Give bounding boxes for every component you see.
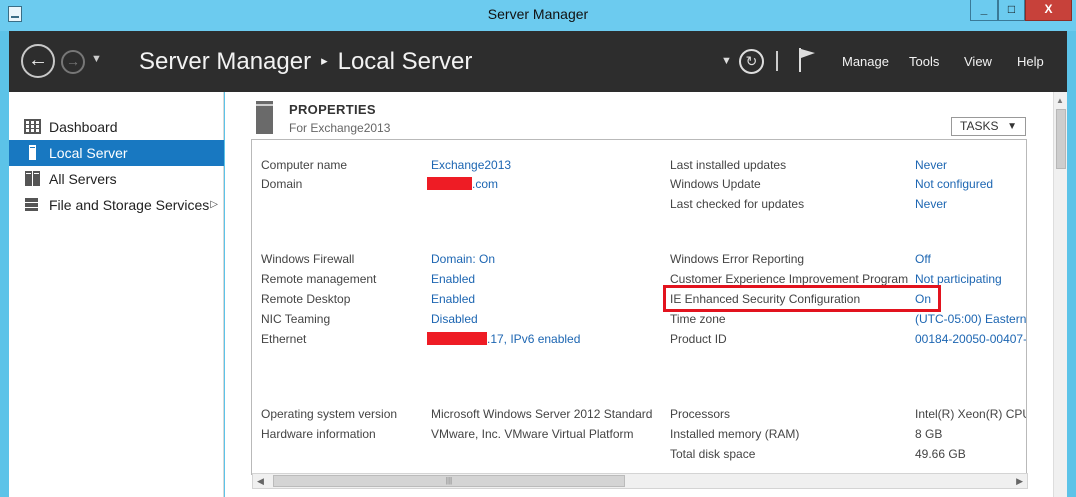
- value-windows-error-reporting[interactable]: Off: [915, 252, 931, 266]
- value-ethernet-text: .17, IPv6 enabled: [487, 332, 581, 346]
- value-domain-text: .com: [472, 177, 499, 191]
- value-remote-desktop[interactable]: Enabled: [431, 292, 475, 306]
- close-button[interactable]: X: [1025, 0, 1072, 21]
- label-remote-desktop: Remote Desktop: [261, 292, 351, 306]
- notifications-flag-icon[interactable]: [797, 47, 817, 73]
- menu-help[interactable]: Help: [1017, 54, 1044, 69]
- chevron-down-icon: ▼: [1007, 121, 1017, 132]
- value-hardware-info: VMware, Inc. VMware Virtual Platform: [431, 427, 634, 441]
- value-ethernet[interactable]: .17, IPv6 enabled: [427, 332, 580, 346]
- label-last-checked-updates: Last checked for updates: [670, 197, 805, 211]
- label-computer-name: Computer name: [261, 158, 348, 172]
- value-remote-management[interactable]: Enabled: [431, 272, 475, 286]
- scroll-right-arrow-icon[interactable]: ▶: [1016, 476, 1023, 487]
- header-bar: ← → ▼ Server Manager ▸ Local Server ▼ ↻ Ma…: [9, 31, 1067, 92]
- window-title: Server Manager: [487, 6, 589, 22]
- ie-esc-highlight-box: [663, 285, 941, 312]
- label-product-id: Product ID: [670, 332, 727, 346]
- label-last-installed-updates: Last installed updates: [670, 158, 787, 172]
- label-ceip: Customer Experience Improvement Program: [670, 272, 909, 286]
- label-ethernet: Ethernet: [261, 332, 307, 346]
- value-windows-firewall[interactable]: Domain: On: [431, 252, 495, 266]
- redaction-mark: [427, 177, 472, 190]
- value-total-disk-space: 49.66 GB: [915, 447, 966, 461]
- value-windows-update[interactable]: Not configured: [915, 177, 993, 191]
- sidebar-item-label: Dashboard: [49, 119, 118, 135]
- label-domain: Domain: [261, 177, 303, 191]
- minimize-button[interactable]: _: [970, 0, 998, 21]
- value-nic-teaming[interactable]: Disabled: [431, 312, 478, 326]
- vertical-scrollbar[interactable]: ▲: [1053, 92, 1067, 497]
- label-installed-memory: Installed memory (RAM): [670, 427, 800, 441]
- scrollbar-thumb[interactable]: |||: [273, 475, 625, 487]
- nav-history-dropdown[interactable]: ▼: [91, 53, 102, 65]
- breadcrumb-separator: ▸: [321, 53, 328, 68]
- storage-icon: [25, 198, 38, 211]
- forward-arrow-icon[interactable]: →: [61, 50, 85, 74]
- menu-tools[interactable]: Tools: [909, 54, 939, 69]
- label-total-disk-space: Total disk space: [670, 447, 756, 461]
- tasks-dropdown[interactable]: TASKS ▼: [951, 117, 1026, 136]
- breadcrumb: Server Manager ▸ Local Server: [139, 48, 472, 76]
- redaction-mark: [427, 332, 487, 345]
- value-time-zone[interactable]: (UTC-05:00) Eastern T: [915, 312, 1026, 326]
- sidebar-item-file-storage[interactable]: File and Storage Services ▷: [9, 192, 224, 218]
- value-processors: Intel(R) Xeon(R) CPU: [915, 407, 1027, 421]
- tasks-label: TASKS: [960, 119, 999, 133]
- back-arrow-icon[interactable]: ←: [21, 44, 55, 78]
- scrollbar-thumb[interactable]: [1056, 109, 1066, 169]
- breadcrumb-current: Local Server: [337, 48, 473, 75]
- sidebar-item-all-servers[interactable]: All Servers: [9, 166, 224, 192]
- sidebar-item-label: All Servers: [49, 171, 117, 187]
- label-time-zone: Time zone: [670, 312, 726, 326]
- sidebar: Dashboard Local Server All Servers File …: [9, 92, 224, 497]
- divider: [776, 51, 778, 71]
- label-nic-teaming: NIC Teaming: [261, 312, 331, 326]
- horizontal-scrollbar[interactable]: ◀ ||| ▶: [252, 473, 1028, 489]
- label-remote-management: Remote management: [261, 272, 377, 286]
- properties-title: PROPERTIES: [289, 102, 376, 117]
- scroll-left-arrow-icon[interactable]: ◀: [257, 476, 264, 487]
- value-last-installed-updates[interactable]: Never: [915, 158, 947, 172]
- value-computer-name[interactable]: Exchange2013: [431, 158, 511, 172]
- sidebar-item-local-server[interactable]: Local Server: [9, 140, 224, 166]
- value-os-version: Microsoft Windows Server 2012 Standard: [431, 407, 653, 421]
- servers-list-icon: [25, 171, 40, 186]
- label-os-version: Operating system version: [261, 407, 398, 421]
- server-icon: [29, 145, 36, 160]
- value-last-checked-updates[interactable]: Never: [915, 197, 947, 211]
- value-ceip[interactable]: Not participating: [915, 272, 1002, 286]
- menu-manage[interactable]: Manage: [842, 54, 889, 69]
- sidebar-item-label: Local Server: [49, 145, 128, 161]
- value-product-id[interactable]: 00184-20050-00407-: [915, 332, 1026, 346]
- breadcrumb-root[interactable]: Server Manager: [139, 48, 311, 75]
- properties-subtitle: For Exchange2013: [289, 121, 391, 135]
- chevron-right-icon[interactable]: ▷: [210, 192, 218, 218]
- label-windows-error-reporting: Windows Error Reporting: [670, 252, 805, 266]
- label-hardware-info: Hardware information: [261, 427, 376, 441]
- value-domain[interactable]: .com: [427, 177, 498, 191]
- sidebar-item-dashboard[interactable]: Dashboard: [9, 114, 224, 140]
- title-bar: Server Manager _ □ X: [0, 0, 1076, 31]
- value-installed-memory: 8 GB: [915, 427, 943, 441]
- scroll-up-arrow-icon[interactable]: ▲: [1056, 96, 1064, 105]
- dashboard-grid-icon: [24, 119, 41, 134]
- refresh-icon[interactable]: ↻: [739, 49, 764, 74]
- sidebar-item-label: File and Storage Services: [49, 197, 210, 213]
- server-tile-icon: [256, 101, 273, 134]
- label-processors: Processors: [670, 407, 731, 421]
- label-windows-firewall: Windows Firewall: [261, 252, 355, 266]
- label-windows-update: Windows Update: [670, 177, 761, 191]
- chevron-down-icon[interactable]: ▼: [721, 55, 732, 67]
- maximize-button[interactable]: □: [998, 0, 1025, 21]
- menu-view[interactable]: View: [964, 54, 992, 69]
